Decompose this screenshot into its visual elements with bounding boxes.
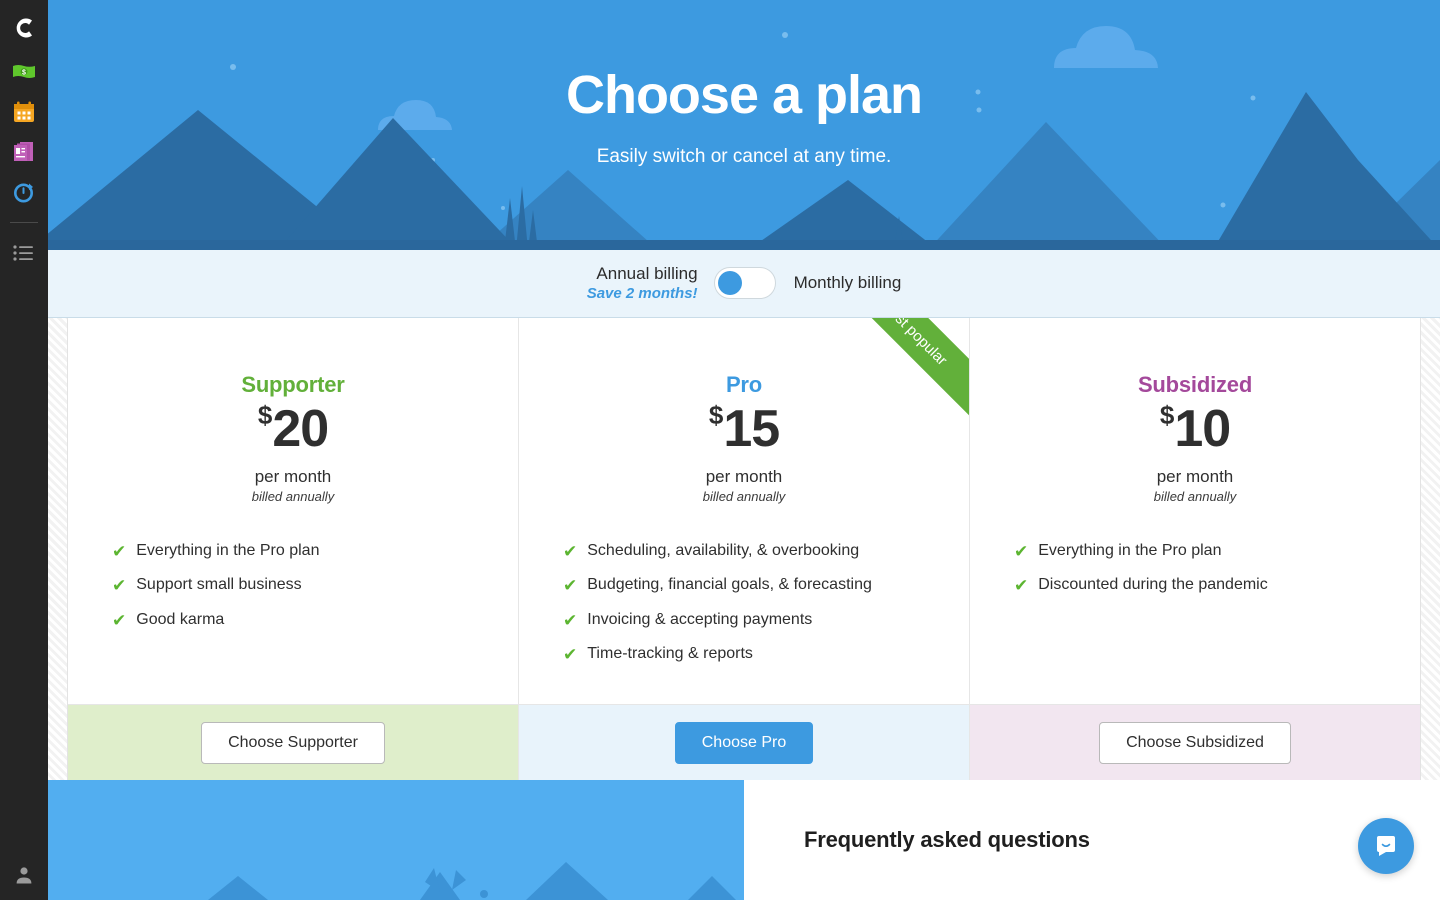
sidebar-item-calendar[interactable]	[0, 92, 48, 132]
feature-text: Everything in the Pro plan	[136, 542, 320, 559]
scrollbar-track-right[interactable]	[1420, 318, 1440, 780]
choose-supporter-button[interactable]: Choose Supporter	[201, 721, 385, 764]
plan-price: $15	[519, 402, 969, 455]
plan-name: Pro	[725, 372, 763, 397]
card-footer: Choose Subsidized	[970, 704, 1420, 780]
billing-note: billed annually	[702, 489, 786, 504]
currency-symbol: $	[257, 400, 273, 430]
choose-pro-button[interactable]: Choose Pro	[674, 721, 814, 764]
feature-text: Time-tracking & reports	[587, 645, 753, 663]
pricing-card-subsidized: Subsidized $10 per month billed annually…	[970, 318, 1420, 780]
check-icon: ✔	[563, 610, 578, 630]
invoices-icon	[14, 142, 33, 161]
hero-illustration	[48, 0, 1440, 250]
sidebar-item-money[interactable]: $	[0, 52, 48, 92]
price-amount: 10	[1174, 400, 1231, 458]
time-tracking-icon	[14, 183, 33, 203]
price-period: per month	[705, 467, 783, 486]
list-item: ✔ Everything in the Pro plan	[1014, 542, 1420, 562]
check-icon: ✔	[563, 542, 578, 561]
billing-period-toggle[interactable]	[713, 267, 776, 300]
scrollbar-track-left[interactable]	[48, 318, 68, 780]
faq-panel: Frequently asked questions	[744, 780, 1440, 900]
pricing-cards-section: Supporter $20 per month billed annually …	[48, 318, 1440, 780]
list-item: ✔ Time-tracking & reports	[563, 645, 969, 665]
price-period: per month	[254, 467, 332, 486]
list-icon	[13, 245, 33, 261]
plan-name: Subsidized	[1137, 372, 1253, 397]
feature-text: Invoicing & accepting payments	[587, 610, 813, 628]
currency-symbol: $	[1159, 400, 1175, 430]
bottom-section: Frequently asked questions	[48, 780, 1440, 900]
price-amount: 15	[723, 400, 780, 458]
feature-text: Scheduling, availability, & overbooking	[587, 542, 860, 559]
toggle-knob	[717, 271, 742, 296]
check-icon: ✔	[1014, 542, 1029, 561]
feature-text: Everything in the Pro plan	[1038, 542, 1222, 559]
svg-text:$: $	[22, 70, 26, 77]
card-footer: Choose Pro	[519, 704, 969, 780]
annual-billing-label-group: Annual billing Save 2 months!	[587, 264, 698, 302]
billing-note: billed annually	[1153, 489, 1237, 504]
check-icon: ✔	[1014, 576, 1029, 596]
annual-savings-note: Save 2 months!	[586, 284, 698, 302]
check-icon: ✔	[112, 610, 127, 630]
card-footer: Choose Supporter	[68, 704, 518, 780]
chat-bubble-icon	[1377, 836, 1395, 856]
feature-text: Support small business	[136, 576, 302, 594]
user-avatar-icon	[16, 867, 32, 884]
hero-banner: Choose a plan Easily switch or cancel at…	[48, 0, 1440, 250]
main-content: Choose a plan Easily switch or cancel at…	[48, 0, 1440, 900]
sidebar-item-time-tracking[interactable]	[0, 172, 48, 212]
check-icon: ✔	[112, 576, 127, 596]
feature-text: Good karma	[136, 610, 225, 628]
billing-toggle-bar: Annual billing Save 2 months! Monthly bi…	[48, 250, 1440, 318]
price-amount: 20	[272, 400, 329, 458]
price-period: per month	[1156, 467, 1234, 486]
check-icon: ✔	[563, 645, 578, 665]
list-item: ✔ Support small business	[112, 576, 518, 596]
app-root: $ Choose a plan Easily switch or cancel …	[0, 0, 1440, 900]
sidebar-item-tasks[interactable]	[0, 233, 48, 273]
logo-c-icon	[16, 18, 32, 38]
choose-subsidized-button[interactable]: Choose Subsidized	[1099, 721, 1291, 764]
pricing-card-supporter: Supporter $20 per month billed annually …	[68, 318, 519, 780]
feature-list: ✔ Scheduling, availability, & overbooking…	[519, 542, 969, 666]
feature-text: Budgeting, financial goals, & forecastin…	[587, 576, 872, 594]
list-item: ✔ Everything in the Pro plan	[112, 542, 518, 562]
chat-launcher-button[interactable]	[1358, 818, 1414, 874]
feature-text: Discounted during the pandemic	[1038, 576, 1268, 594]
sidebar-divider	[10, 222, 38, 223]
list-item: ✔ Invoicing & accepting payments	[563, 611, 969, 631]
check-icon: ✔	[112, 542, 127, 561]
bottom-illustration-panel	[48, 780, 744, 900]
monthly-billing-label: Monthly billing	[793, 273, 902, 293]
list-item: ✔ Discounted during the pandemic	[1014, 576, 1420, 596]
plan-name: Supporter	[241, 372, 345, 397]
money-icon: $	[13, 65, 35, 78]
list-item: ✔ Scheduling, availability, & overbooking	[563, 542, 969, 562]
list-item: ✔ Budgeting, financial goals, & forecasti…	[563, 576, 969, 596]
app-logo[interactable]	[0, 4, 48, 52]
sidebar-item-invoices[interactable]	[0, 132, 48, 172]
billing-note: billed annually	[251, 489, 335, 504]
check-icon: ✔	[563, 576, 578, 596]
calendar-icon	[14, 101, 34, 122]
feature-list: ✔ Everything in the Pro plan ✔ Support sma…	[68, 542, 518, 631]
sidebar: $	[0, 0, 48, 900]
plan-price: $10	[970, 402, 1420, 455]
sidebar-item-account[interactable]	[0, 855, 48, 895]
faq-title: Frequently asked questions	[804, 827, 1090, 852]
list-item: ✔ Good karma	[112, 611, 518, 631]
pricing-cards: Supporter $20 per month billed annually …	[68, 318, 1420, 780]
bottom-illustration	[48, 780, 744, 900]
plan-price: $20	[68, 402, 518, 455]
annual-billing-label: Annual billing	[596, 264, 698, 284]
pricing-card-pro: Most popular Pro $15 per month billed an…	[519, 318, 970, 780]
currency-symbol: $	[708, 400, 724, 430]
feature-list: ✔ Everything in the Pro plan ✔ Discounted …	[970, 542, 1420, 597]
